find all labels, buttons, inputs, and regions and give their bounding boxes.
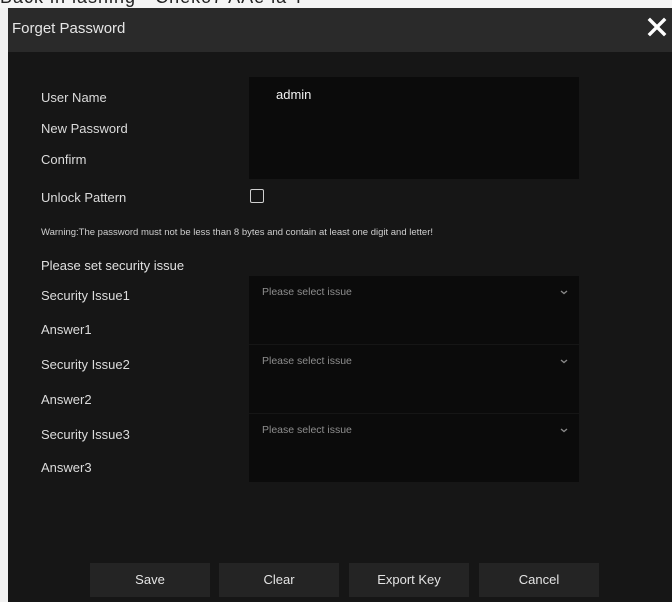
security-issue-1-select[interactable]: Please select issue: [249, 276, 579, 310]
export-key-button[interactable]: Export Key: [349, 563, 469, 597]
answer-3-input[interactable]: [249, 448, 579, 482]
user-name-input[interactable]: [249, 77, 579, 111]
forget-password-dialog: Forget Password User Name New Password C…: [8, 8, 672, 602]
clear-button[interactable]: Clear: [219, 563, 339, 597]
unlock-pattern-label: Unlock Pattern: [41, 190, 127, 205]
close-button[interactable]: [644, 12, 672, 42]
answer-3-label: Answer3: [41, 460, 92, 475]
close-icon: [647, 17, 667, 37]
dialog-title: Forget Password: [12, 20, 126, 37]
caption-strip: Back in lashing · Cheko7 AAe la T: [0, 0, 672, 8]
chevron-down-icon: [560, 290, 568, 295]
save-button[interactable]: Save: [90, 563, 210, 597]
security-issue-2-value: Please select issue: [262, 355, 352, 367]
password-warning: Warning:The password must not be less th…: [41, 227, 434, 238]
unlock-pattern-checkbox[interactable]: [250, 189, 264, 203]
security-issue-2-label: Security Issue2: [41, 357, 130, 372]
dialog-title-bar: Forget Password: [8, 8, 672, 52]
security-section-title: Please set security issue: [41, 258, 185, 273]
user-name-label: User Name: [41, 90, 107, 105]
cancel-button[interactable]: Cancel: [479, 563, 599, 597]
answer-1-label: Answer1: [41, 322, 92, 337]
security-issue-1-value: Please select issue: [262, 286, 352, 298]
new-password-label: New Password: [41, 121, 128, 136]
chevron-down-icon: [560, 359, 568, 364]
confirm-label: Confirm: [41, 152, 87, 167]
answer-2-label: Answer2: [41, 392, 92, 407]
security-issue-3-select[interactable]: Please select issue: [249, 414, 579, 448]
security-issue-1-label: Security Issue1: [41, 288, 130, 303]
security-issue-3-label: Security Issue3: [41, 427, 130, 442]
security-issue-2-select[interactable]: Please select issue: [249, 345, 579, 379]
confirm-password-input[interactable]: [249, 145, 579, 179]
security-issue-3-value: Please select issue: [262, 424, 352, 436]
caption-strip-text: Back in lashing · Cheko7 AAe la T: [0, 0, 305, 8]
answer-1-input[interactable]: [249, 310, 579, 344]
new-password-input[interactable]: [249, 111, 579, 145]
chevron-down-icon: [560, 428, 568, 433]
answer-2-input[interactable]: [249, 379, 579, 413]
